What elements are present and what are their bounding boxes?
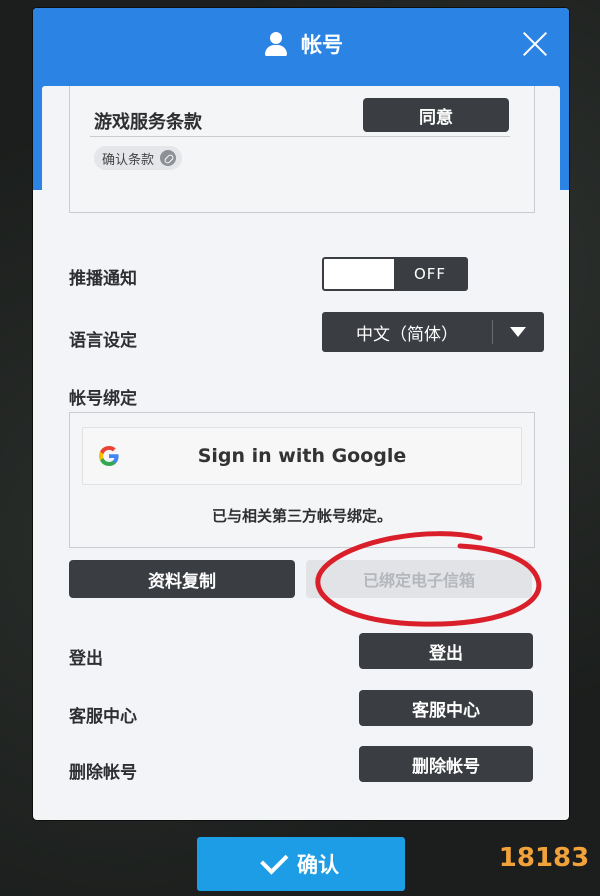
check-icon	[260, 846, 289, 875]
terms-box: 游戏服务条款 同意 确认条款	[69, 86, 535, 213]
language-select[interactable]: 中文（简体）	[322, 312, 544, 352]
toggle-state: OFF	[413, 265, 447, 283]
google-signin-label: Sign in with Google	[197, 445, 407, 467]
select-divider	[492, 320, 493, 344]
confirm-terms-link[interactable]: 确认条款	[94, 146, 183, 170]
delete-account-label: 删除帐号	[69, 763, 137, 783]
site-watermark: 18183	[498, 843, 590, 873]
push-label: 推播通知	[69, 269, 137, 289]
link-icon	[160, 150, 177, 166]
confirm-terms-label: 确认条款	[102, 152, 155, 168]
account-dialog: 帐号 游戏服务条款 同意 确认条款 推播通知 OFF 语言设定 中文（简体） 帐…	[33, 8, 569, 820]
agree-button[interactable]: 同意	[363, 98, 509, 132]
language-value: 中文（简体）	[356, 324, 458, 345]
support-button[interactable]: 客服中心	[359, 690, 533, 726]
support-label: 客服中心	[69, 707, 137, 727]
push-toggle[interactable]: OFF	[322, 257, 468, 291]
email-bound-button: 已绑定电子信箱	[306, 560, 532, 598]
delete-account-button[interactable]: 删除帐号	[359, 746, 533, 782]
dialog-title: 帐号	[263, 30, 343, 58]
binding-box: Sign in with Google 已与相关第三方帐号绑定。	[69, 412, 535, 548]
toggle-knob	[324, 259, 394, 289]
dialog-header: 帐号	[33, 8, 569, 80]
ok-button-label: 确认	[297, 853, 339, 877]
google-signin-button[interactable]: Sign in with Google	[82, 427, 522, 485]
language-label: 语言设定	[69, 331, 137, 351]
dialog-title-text: 帐号	[301, 33, 343, 57]
user-icon	[263, 31, 289, 57]
logout-button[interactable]: 登出	[359, 633, 533, 669]
copy-data-button[interactable]: 资料复制	[69, 560, 295, 598]
binding-label: 帐号绑定	[69, 389, 137, 409]
close-icon[interactable]	[519, 28, 551, 60]
chevron-down-icon	[510, 327, 526, 337]
dialog-content: 游戏服务条款 同意 确认条款 推播通知 OFF 语言设定 中文（简体） 帐号绑定	[42, 86, 560, 811]
terms-label: 游戏服务条款	[94, 112, 202, 133]
ok-button[interactable]: 确认	[197, 837, 405, 891]
divider	[90, 136, 510, 137]
binding-note: 已与相关第三方帐号绑定。	[211, 507, 392, 525]
logout-label: 登出	[69, 649, 103, 669]
